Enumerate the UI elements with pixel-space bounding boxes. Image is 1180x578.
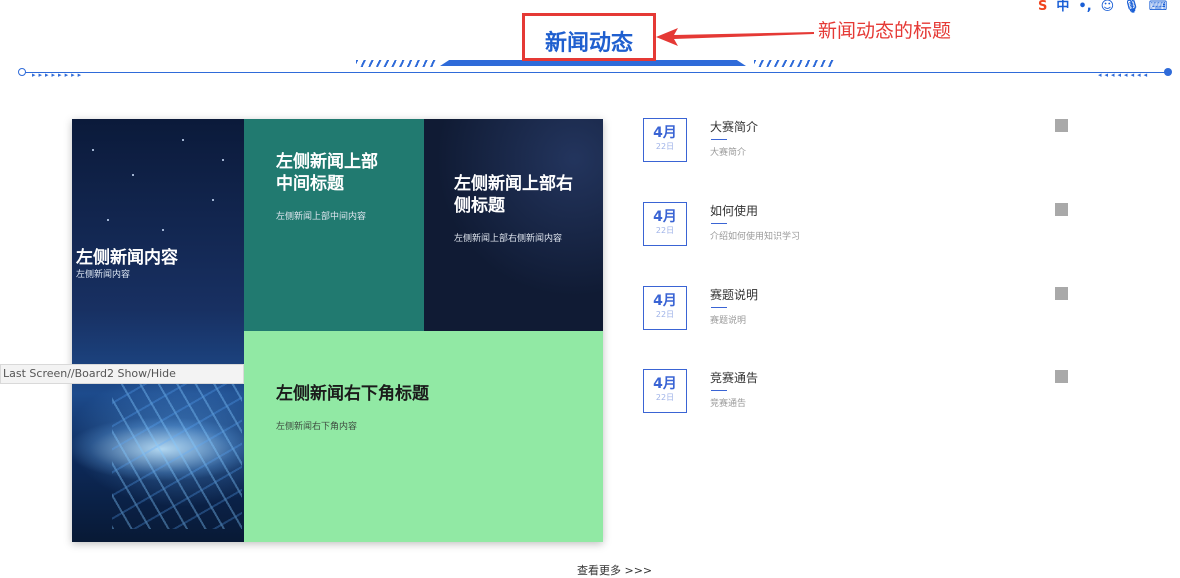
thumbnail-placeholder-icon	[1055, 203, 1068, 216]
title-underline	[711, 223, 727, 224]
date-month: 4月	[653, 376, 677, 392]
divider-dot-right	[1164, 68, 1172, 76]
stripes-left-decoration	[356, 60, 438, 67]
sogou-logo-icon[interactable]: S	[1038, 0, 1047, 14]
left-news-panel: 左侧新闻内容 左侧新闻内容 左侧新闻上部中间标题 左侧新闻上部中间内容 左侧新闻…	[72, 119, 603, 542]
title-underline	[711, 307, 727, 308]
news-list-item[interactable]: 4月 22日 如何使用 介绍如何使用知识学习	[643, 202, 1073, 250]
ime-toolbar[interactable]: S 中 •, ☺ 🎙 ⌨	[1038, 0, 1180, 14]
emoji-icon[interactable]: ☺	[1101, 0, 1115, 14]
keyboard-icon[interactable]: ⌨	[1149, 0, 1168, 14]
news-item-title[interactable]: 竞赛通告	[710, 369, 758, 386]
stripes-right-decoration	[754, 60, 836, 67]
news-tile-top-middle[interactable]: 左侧新闻上部中间标题 左侧新闻上部中间内容	[244, 119, 424, 331]
date-day: 22日	[655, 226, 675, 235]
punctuation-icon[interactable]: •,	[1078, 0, 1091, 14]
section-title-highlight: 新闻动态	[522, 13, 656, 61]
news-item-desc: 介绍如何使用知识学习	[710, 232, 801, 242]
date-day: 22日	[655, 142, 675, 151]
news-item-title[interactable]: 如何使用	[710, 202, 758, 219]
thumbnail-placeholder-icon	[1055, 119, 1068, 132]
news-main-title: 左侧新闻内容	[76, 248, 178, 268]
news-item-desc: 赛题说明	[710, 316, 747, 326]
section-title: 新闻动态	[544, 31, 633, 56]
news-tile-top-right[interactable]: 左侧新闻上部右侧标题 左侧新闻上部右侧新闻内容	[424, 119, 603, 331]
news-item-title[interactable]: 大赛简介	[710, 118, 758, 135]
arrow-chevrons-right-icon: ▸▸▸▸▸▸▸▸	[32, 71, 85, 79]
annotation-arrow-icon	[656, 28, 814, 46]
news-bottom-right-desc: 左侧新闻右下角内容	[276, 422, 358, 432]
date-badge: 4月 22日	[643, 202, 687, 246]
date-badge: 4月 22日	[643, 286, 687, 330]
news-tile-bottom-right[interactable]: 左侧新闻右下角标题 左侧新闻右下角内容	[244, 331, 603, 542]
divider-dot-left	[18, 68, 26, 76]
date-badge: 4月 22日	[643, 118, 687, 162]
date-month: 4月	[653, 293, 677, 309]
tooltip: Last Screen//Board2 Show/Hide	[0, 364, 244, 384]
news-list-item[interactable]: 4月 22日 赛题说明 赛题说明	[643, 286, 1073, 334]
ime-language-toggle[interactable]: 中	[1056, 0, 1069, 14]
news-bottom-right-title: 左侧新闻右下角标题	[276, 384, 429, 404]
news-top-right-title: 左侧新闻上部右侧标题	[454, 174, 573, 216]
date-day: 22日	[655, 310, 675, 319]
view-more-link[interactable]: 查看更多 >>>	[577, 562, 652, 578]
header-divider	[24, 72, 1169, 73]
news-top-middle-title: 左侧新闻上部中间标题	[276, 152, 378, 194]
date-month: 4月	[653, 209, 677, 225]
news-item-desc: 竞赛通告	[710, 399, 747, 409]
annotation-label: 新闻动态的标题	[818, 20, 952, 42]
date-day: 22日	[655, 393, 675, 402]
news-list-item[interactable]: 4月 22日 大赛简介 大赛简介	[643, 118, 1073, 166]
date-month: 4月	[653, 125, 677, 141]
news-list-item[interactable]: 4月 22日 竞赛通告 竞赛通告	[643, 369, 1073, 417]
news-top-right-desc: 左侧新闻上部右侧新闻内容	[454, 234, 563, 244]
news-top-middle-desc: 左侧新闻上部中间内容	[276, 212, 367, 222]
microphone-icon[interactable]: 🎙	[1123, 0, 1140, 14]
circuit-image	[112, 379, 242, 529]
date-badge: 4月 22日	[643, 369, 687, 413]
thumbnail-placeholder-icon	[1055, 287, 1068, 300]
news-main-desc: 左侧新闻内容	[76, 270, 131, 280]
news-item-desc: 大赛简介	[710, 148, 747, 158]
news-tile-main[interactable]: 左侧新闻内容 左侧新闻内容	[72, 119, 244, 542]
title-underline	[711, 139, 727, 140]
thumbnail-placeholder-icon	[1055, 370, 1068, 383]
title-underline	[711, 390, 727, 391]
news-item-title[interactable]: 赛题说明	[710, 286, 758, 303]
arrow-chevrons-left-icon: ◂◂◂◂◂◂◂◂	[1098, 71, 1151, 79]
